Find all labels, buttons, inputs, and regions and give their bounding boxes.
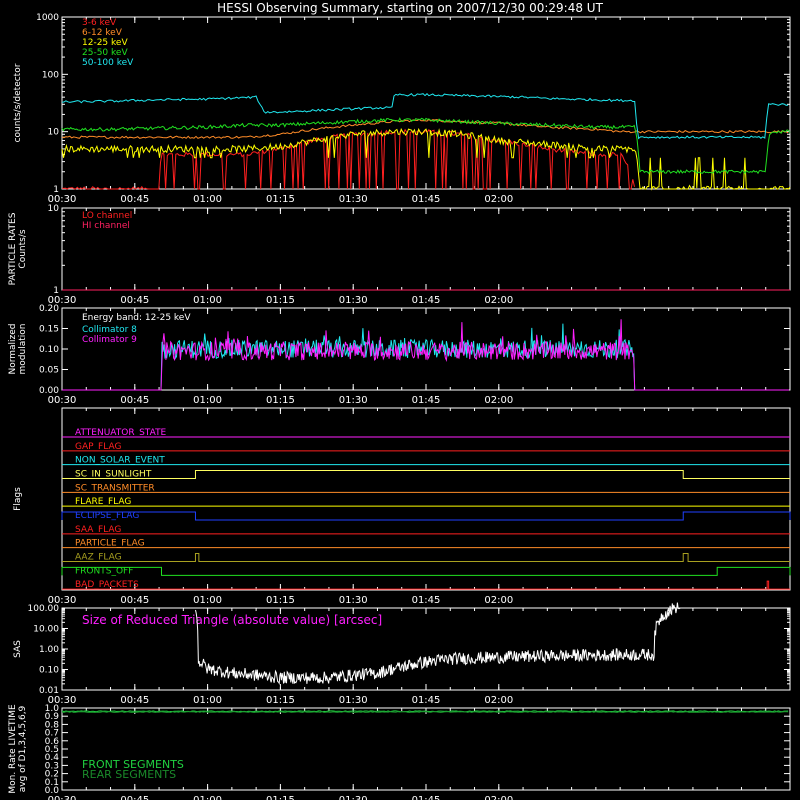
x-tick-label: 01:00: [193, 795, 222, 800]
x-tick-label: 01:45: [412, 695, 441, 706]
x-tick-label: 00:45: [120, 795, 149, 800]
x-tick-label: 00:30: [48, 395, 77, 406]
y-tick-label: 0.01: [39, 686, 59, 696]
legend-entry: Collimator 8: [82, 325, 137, 335]
x-tick-label: 01:15: [266, 295, 295, 306]
y-tick-label: 1.00: [39, 645, 59, 655]
x-tick-label: 01:30: [339, 595, 368, 606]
legend-entry: 25-50 keV: [82, 48, 128, 58]
y-axis-label: SAS: [13, 640, 23, 658]
x-tick-label: 01:00: [193, 595, 222, 606]
y-axis-label: Flags: [13, 487, 23, 511]
legend-entry: REAR SEGMENTS: [82, 768, 176, 781]
x-tick-label: 00:45: [120, 695, 149, 706]
legend-entry: 6-12 keV: [82, 28, 123, 38]
x-tick-label: 01:45: [412, 194, 441, 205]
x-tick-label: 01:15: [266, 695, 295, 706]
sas-annotation: Size of Reduced Triangle (absolute value…: [82, 613, 382, 627]
x-tick-label: 01:30: [339, 795, 368, 800]
y-tick-label: 0.15: [39, 325, 59, 335]
legend-entry: 50-100 keV: [82, 58, 134, 68]
y-tick-label: 0.10: [39, 666, 59, 676]
x-tick-label: 01:30: [339, 295, 368, 306]
x-tick-label: 02:00: [484, 295, 513, 306]
x-tick-label: 00:45: [120, 595, 149, 606]
y-tick-label: 0.10: [39, 345, 59, 355]
x-tick-label: 01:45: [412, 295, 441, 306]
x-tick-label: 02:00: [484, 795, 513, 800]
y-tick-label: 0.20: [39, 304, 59, 314]
x-tick-label: 02:00: [484, 595, 513, 606]
x-tick-label: 01:00: [193, 395, 222, 406]
y-axis-label: Mon. Rate LIVETIME: [8, 704, 18, 794]
y-tick-label: 100.00: [28, 604, 60, 614]
y-axis-label: Normalized: [8, 323, 18, 374]
x-tick-label: 00:45: [120, 295, 149, 306]
y-tick-label: 1: [53, 185, 59, 195]
x-tick-label: 02:00: [484, 395, 513, 406]
x-tick-label: 01:30: [339, 695, 368, 706]
y-tick-label: 1000: [36, 13, 59, 23]
figure-title: HESSI Observing Summary, starting on 200…: [217, 1, 603, 15]
y-tick-label: 1.0: [45, 704, 60, 714]
y-tick-label: 10: [48, 128, 60, 138]
x-tick-label: 01:00: [193, 194, 222, 205]
x-tick-label: 01:30: [339, 194, 368, 205]
x-tick-label: 01:45: [412, 595, 441, 606]
x-tick-label: 01:15: [266, 194, 295, 205]
y-axis-label: modulation: [18, 324, 28, 375]
y-tick-label: 0.05: [39, 366, 59, 376]
y-axis-label: PARTICLE RATES: [8, 212, 18, 285]
x-tick-label: 02:00: [484, 194, 513, 205]
x-tick-label: 01:00: [193, 695, 222, 706]
hessi-summary-figure: HESSI Observing Summary, starting on 200…: [0, 0, 800, 800]
y-tick-label: 10.00: [33, 625, 59, 635]
x-tick-label: 00:45: [120, 395, 149, 406]
energy-band-annotation: Energy band: 12-25 keV: [82, 313, 191, 323]
y-tick-label: 1: [53, 286, 59, 296]
x-tick-label: 00:45: [120, 194, 149, 205]
x-tick-label: 01:45: [412, 795, 441, 800]
x-tick-label: 01:15: [266, 395, 295, 406]
legend-entry: 12-25 keV: [82, 38, 128, 48]
x-tick-label: 01:45: [412, 395, 441, 406]
y-axis-label: avg of D1,3,4,5,6,9: [18, 705, 28, 792]
legend-entry: Collimator 9: [82, 335, 137, 345]
y-tick-label: 0.00: [39, 386, 59, 396]
y-axis-label: counts/s/detector: [13, 63, 23, 142]
x-tick-label: 01:30: [339, 395, 368, 406]
y-axis-label: Counts/s: [18, 229, 28, 268]
x-tick-label: 02:00: [484, 695, 513, 706]
legend-entry: LO channel: [82, 211, 132, 221]
legend-entry: HI channel: [82, 221, 130, 231]
x-tick-label: 01:15: [266, 795, 295, 800]
y-tick-label: 10: [48, 204, 60, 214]
x-tick-label: 01:00: [193, 295, 222, 306]
x-tick-label: 01:15: [266, 595, 295, 606]
y-tick-label: 100: [42, 70, 59, 80]
legend-entry: 3-6 keV: [82, 18, 117, 28]
